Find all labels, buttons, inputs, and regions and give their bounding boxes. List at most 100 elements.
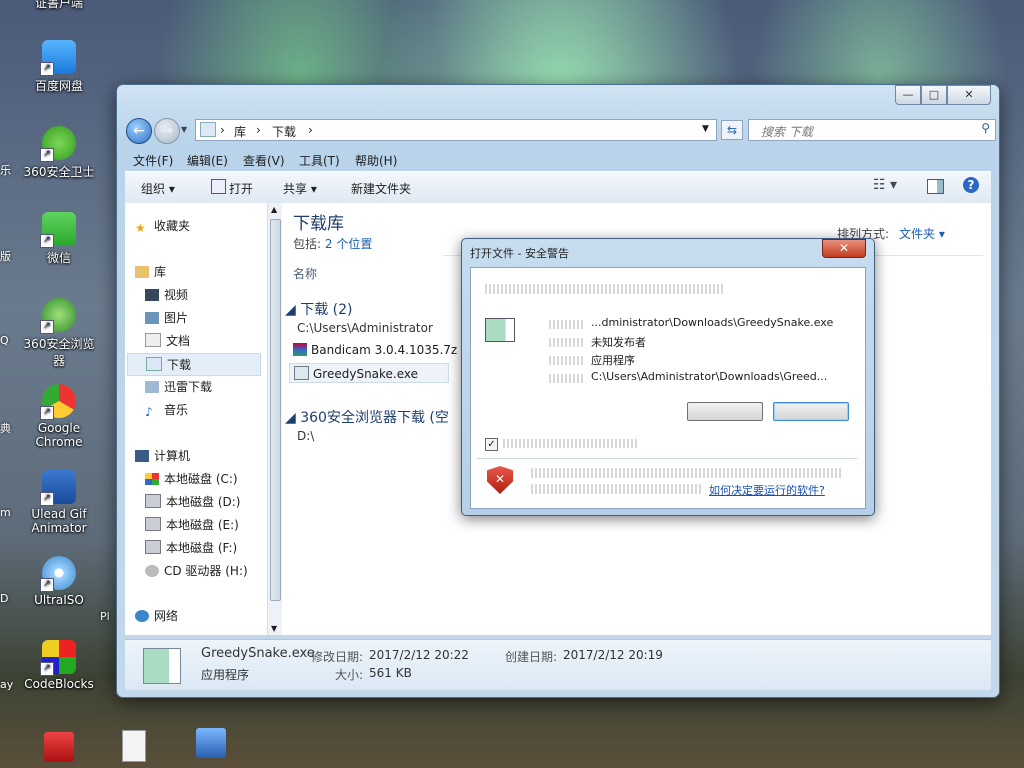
desktop-icon-360-browser[interactable]: ↗ 360安全浏览器: [20, 298, 98, 369]
cloud-icon: ↗: [40, 40, 76, 76]
warning-shield-icon: ✕: [487, 466, 513, 494]
computer-icon: [135, 450, 149, 462]
navigation-pane: ★ 收藏夹 库 视频 图片 文档 下载 迅雷下载 ♪ 音乐 计算机 本地磁盘 (C:…: [125, 203, 265, 635]
details-created: 2017/2/12 20:19: [563, 648, 663, 662]
organize-button[interactable]: 组织 ▾: [141, 180, 175, 197]
exe-large-icon: [485, 318, 515, 342]
includes-locations-link[interactable]: 2 个位置: [325, 237, 372, 251]
back-button[interactable]: ←: [126, 118, 152, 144]
address-dropdown-icon[interactable]: ▼: [702, 124, 709, 134]
view-options-icon[interactable]: ☷ ▾: [873, 177, 897, 193]
group-header-360-browser[interactable]: ◢ 360安全浏览器下载 (空: [285, 407, 449, 427]
folder-icon: [145, 381, 159, 393]
cancel-button[interactable]: [773, 402, 849, 421]
run-button[interactable]: [687, 402, 763, 421]
network-icon: [135, 610, 149, 622]
menu-tools[interactable]: 工具(T): [299, 152, 340, 169]
menu-bar: 文件(F) 编辑(E) 查看(V) 工具(T) 帮助(H): [125, 149, 991, 169]
search-input[interactable]: 搜索 下载: [761, 123, 813, 140]
archive-icon: [293, 343, 307, 356]
edge-label-pl: Pl: [100, 610, 110, 623]
menu-edit[interactable]: 编辑(E): [187, 152, 228, 169]
desktop-icon-baidu-netdisk[interactable]: ↗ 百度网盘: [20, 40, 98, 94]
help-link[interactable]: 如何决定要运行的软件?: [709, 482, 825, 498]
nav-documents[interactable]: 文档: [145, 332, 190, 349]
open-button[interactable]: 打开: [229, 180, 253, 197]
nav-favorites[interactable]: ★ 收藏夹: [135, 217, 190, 235]
label-name: [549, 320, 585, 329]
help-icon[interactable]: ?: [963, 177, 979, 193]
desktop-icon-wechat[interactable]: ↗ 微信: [20, 212, 98, 266]
nav-drive-d[interactable]: 本地磁盘 (D:): [145, 493, 240, 510]
search-icon[interactable]: ⚲: [981, 121, 990, 135]
menu-file[interactable]: 文件(F): [133, 152, 173, 169]
sort-dropdown[interactable]: 文件夹 ▾: [899, 225, 945, 242]
document-icon: [145, 333, 161, 347]
cd-drive-icon: [145, 565, 159, 577]
preview-pane-icon[interactable]: [927, 179, 944, 194]
nav-network[interactable]: 网络: [135, 607, 178, 624]
group-header-downloads[interactable]: ◢ 下载 (2): [285, 299, 353, 319]
minimize-button[interactable]: —: [895, 85, 921, 105]
breadcrumb-downloads[interactable]: 下载: [272, 123, 296, 140]
command-bar: 组织 ▾ 打开 共享 ▾ 新建文件夹 ☷ ▾ ?: [125, 171, 991, 205]
maximize-button[interactable]: □: [921, 85, 947, 105]
desktop-icon-chrome[interactable]: ↗ Google Chrome: [20, 384, 98, 449]
edge-label: 版: [0, 250, 11, 263]
desktop-icon-ultraiso[interactable]: ↗ UltraISO: [20, 556, 98, 607]
always-ask-checkbox[interactable]: ✓: [485, 438, 498, 451]
library-icon: [135, 266, 149, 278]
forward-button[interactable]: →: [154, 118, 180, 144]
share-button[interactable]: 共享 ▾: [283, 180, 317, 197]
nav-pane-scrollbar[interactable]: ▲ ▼: [267, 203, 282, 635]
desktop-icon-360-safe[interactable]: ↗ 360安全卫士: [20, 126, 98, 180]
nav-thunder-downloads[interactable]: 迅雷下载: [145, 378, 212, 395]
nav-libraries[interactable]: 库: [135, 263, 166, 280]
picture-icon: [145, 312, 159, 324]
dialog-title: 打开文件 - 安全警告: [470, 247, 569, 260]
text-file-icon[interactable]: [122, 730, 146, 762]
scroll-down-arrow[interactable]: ▼: [271, 624, 277, 633]
dialog-question-text: [485, 284, 725, 294]
nav-cd-drive[interactable]: CD 驱动器 (H:): [145, 562, 248, 579]
warning-text-line2: [531, 484, 701, 494]
downloads-icon: [146, 357, 162, 371]
scroll-thumb[interactable]: [270, 219, 281, 601]
address-bar[interactable]: › 库 › 下载 › ▼: [195, 119, 717, 141]
dialog-close-button[interactable]: ✕: [822, 239, 866, 258]
nav-downloads[interactable]: 下载: [127, 353, 261, 376]
nav-computer[interactable]: 计算机: [135, 447, 190, 464]
file-item-selected[interactable]: GreedySnake.exe: [289, 363, 449, 383]
network-app-icon[interactable]: [196, 728, 226, 758]
refresh-icon[interactable]: ⇆: [721, 120, 743, 140]
chrome-icon: ↗: [40, 384, 76, 420]
column-header-name[interactable]: 名称: [293, 265, 317, 282]
desktop-icon-codeblocks[interactable]: ↗ CodeBlocks: [20, 640, 98, 691]
breadcrumb-library[interactable]: 库: [234, 123, 246, 140]
desktop-icon-ulead-gif[interactable]: ↗ Ulead Gif Animator: [20, 470, 98, 535]
search-box[interactable]: 搜索 下载 ⚲: [748, 119, 996, 141]
file-item[interactable]: Bandicam 3.0.4.1035.7z: [293, 343, 457, 357]
nav-videos[interactable]: 视频: [145, 286, 188, 303]
menu-view[interactable]: 查看(V): [243, 152, 285, 169]
cf-app-icon[interactable]: [44, 732, 74, 762]
new-folder-button[interactable]: 新建文件夹: [351, 180, 411, 197]
details-pane: GreedySnake.exe 应用程序 修改日期: 2017/2/12 20:…: [125, 639, 991, 690]
nav-drive-c[interactable]: 本地磁盘 (C:): [145, 470, 238, 487]
desktop-icon-client[interactable]: 证書户端: [20, 0, 98, 11]
scroll-up-arrow[interactable]: ▲: [271, 205, 277, 214]
video-icon: [145, 289, 159, 301]
nav-music[interactable]: ♪ 音乐: [145, 401, 188, 419]
history-dropdown-icon[interactable]: ▼: [181, 125, 187, 134]
menu-help[interactable]: 帮助(H): [355, 152, 397, 169]
details-type: 应用程序: [201, 668, 250, 682]
close-button[interactable]: ✕: [947, 85, 991, 105]
nav-drive-e[interactable]: 本地磁盘 (E:): [145, 516, 239, 533]
label-type: [549, 356, 585, 365]
nav-pictures[interactable]: 图片: [145, 309, 188, 326]
windows-drive-icon: [145, 473, 159, 485]
nav-drive-f[interactable]: 本地磁盘 (F:): [145, 539, 237, 556]
disc-icon: ↗: [40, 556, 76, 592]
dialog-separator: [477, 458, 857, 459]
codeblocks-icon: ↗: [40, 640, 76, 676]
